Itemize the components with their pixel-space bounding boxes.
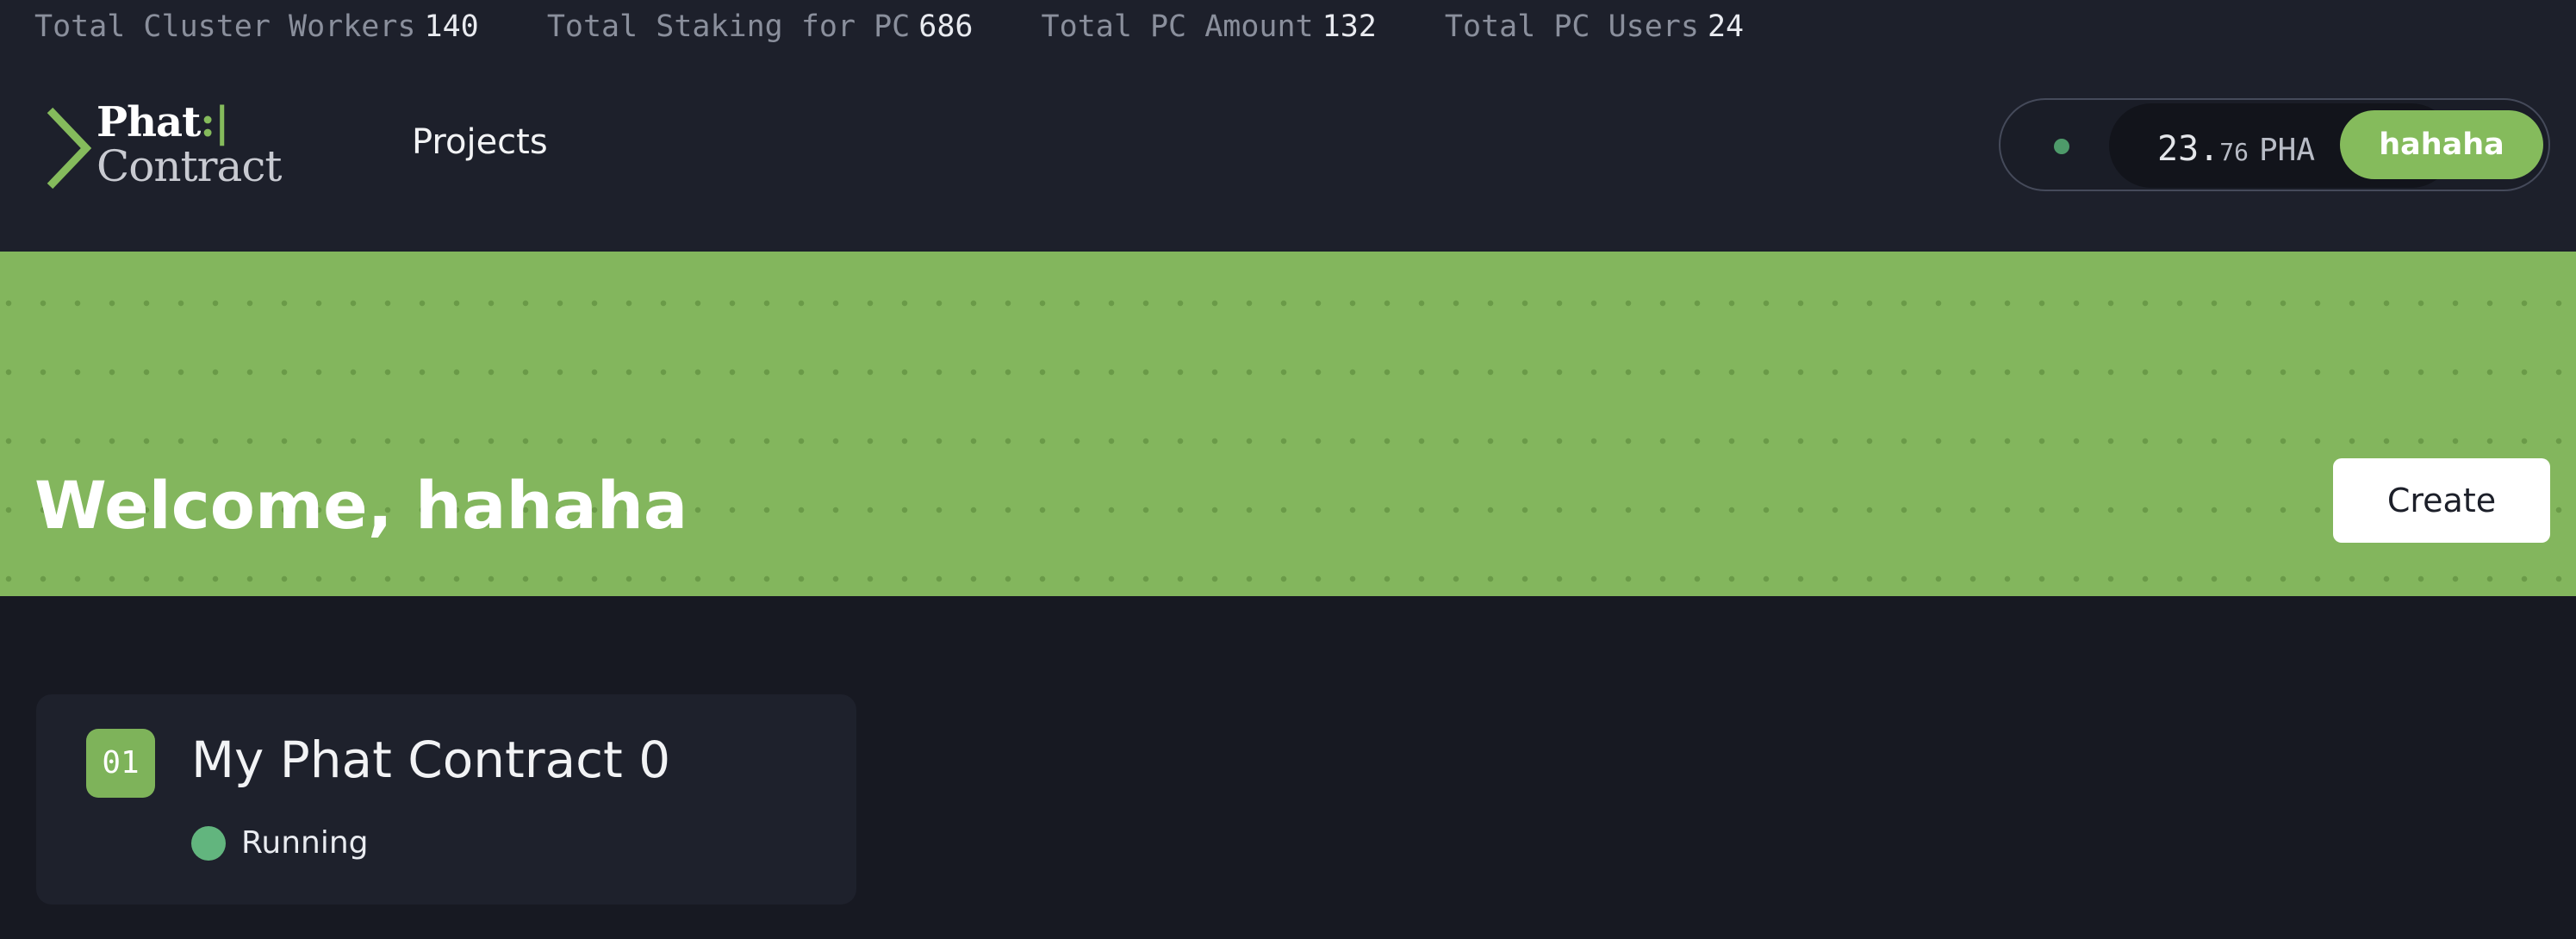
project-title: My Phat Contract 0 bbox=[191, 731, 671, 789]
balance-integer: 23. bbox=[2157, 129, 2220, 169]
top-navbar: Phat:| Contract Projects 23.76 PHA hahaha bbox=[0, 53, 2576, 252]
connection-status-dot bbox=[2054, 139, 2069, 154]
project-status: Running bbox=[241, 825, 369, 861]
status-running-icon bbox=[191, 826, 226, 861]
balance-unit: PHA bbox=[2258, 133, 2315, 168]
welcome-heading: Welcome, hahaha bbox=[34, 467, 688, 544]
logo-wordmark: Phat:| Contract bbox=[96, 102, 282, 191]
logo-text-contract: Contract bbox=[96, 141, 282, 191]
logo-text-accent: :| bbox=[200, 98, 229, 146]
stat-value: 140 bbox=[424, 9, 479, 44]
account-widget: 23.76 PHA hahaha bbox=[1999, 98, 2550, 191]
project-number-badge: 01 bbox=[86, 729, 155, 798]
stat-value: 132 bbox=[1322, 9, 1377, 44]
account-user-button[interactable]: hahaha bbox=[2340, 110, 2543, 179]
stat-value: 686 bbox=[918, 9, 974, 44]
project-card[interactable]: 01 My Phat Contract 0 Running bbox=[36, 694, 856, 905]
stat-label: Total Cluster Workers bbox=[34, 9, 416, 44]
welcome-banner: Welcome, hahaha Create bbox=[0, 252, 2576, 596]
stat-label: Total Staking for PC bbox=[546, 9, 911, 44]
stat-staking: Total Staking for PC 686 bbox=[547, 0, 974, 53]
phat-contract-logo[interactable]: Phat:| Contract bbox=[45, 102, 286, 198]
nav-projects-link[interactable]: Projects bbox=[412, 122, 548, 162]
stat-cluster-workers: Total Cluster Workers 140 bbox=[34, 0, 479, 53]
stat-pc-amount: Total PC Amount 132 bbox=[1042, 0, 1377, 53]
chevron-right-icon bbox=[47, 107, 92, 190]
balance-decimal: 76 bbox=[2219, 138, 2249, 166]
stat-label: Total PC Users bbox=[1444, 9, 1699, 44]
stat-label: Total PC Amount bbox=[1041, 9, 1314, 44]
network-stats-bar: Total Cluster Workers 140 Total Staking f… bbox=[0, 0, 2576, 53]
pha-balance: 23.76 PHA bbox=[2157, 129, 2315, 169]
create-button[interactable]: Create bbox=[2333, 458, 2550, 543]
logo-text-phat: Phat bbox=[96, 98, 201, 146]
stat-pc-users: Total PC Users 24 bbox=[1445, 0, 1744, 53]
stat-value: 24 bbox=[1707, 9, 1745, 44]
